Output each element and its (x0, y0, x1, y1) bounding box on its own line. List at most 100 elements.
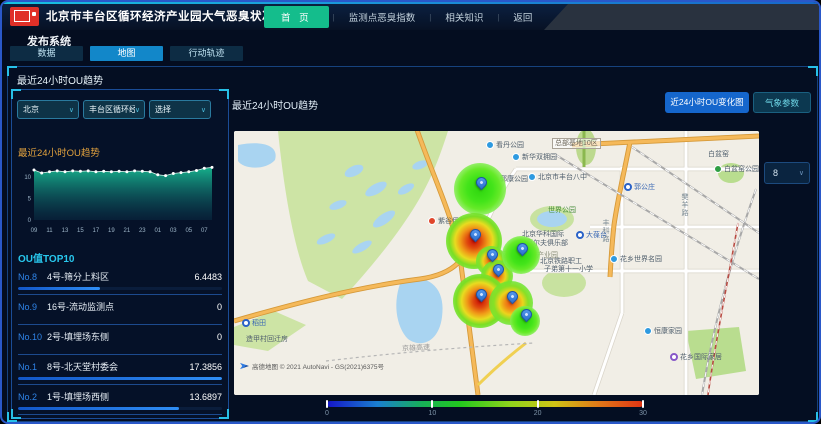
ou-rank-label: No.10 (18, 332, 47, 342)
legend-notch (642, 400, 644, 408)
ou-top-row[interactable]: No.102号-填埋场东侧0 (18, 325, 222, 355)
legend-notch (537, 400, 539, 408)
legend-tick-label: 20 (534, 410, 542, 417)
map-label: 丰科路 (602, 219, 609, 243)
nav-item-3[interactable]: 返回 (503, 7, 542, 27)
legend-notch (431, 400, 433, 408)
filter-select-value: 丰台区循环经济产 (84, 104, 135, 115)
map-label-text: 恒康家园 (654, 328, 682, 335)
ou-site-name: 8号-北天堂村委会 (47, 360, 189, 373)
tab-2[interactable]: 行动轨迹 (170, 46, 243, 61)
metro-station-icon (242, 319, 250, 327)
map-label: 花乡世界名园 (610, 255, 662, 263)
map-label-text: 看丹公园 (496, 142, 524, 149)
map-canvas[interactable]: 高德地图 © 2021 AutoNavi - GS(2021)6375号 看丹公… (234, 131, 759, 395)
ou-rank-label: No.9 (18, 302, 47, 312)
svg-text:5: 5 (28, 197, 32, 203)
blue-poi-icon (644, 327, 652, 335)
svg-text:01: 01 (154, 228, 161, 234)
ou-value: 0 (217, 332, 222, 342)
chevron-down-icon: ∨ (135, 106, 144, 114)
nav-item-2[interactable]: 相关知识 (435, 7, 493, 27)
svg-text:15: 15 (77, 228, 84, 234)
map-label-text: 京雄高速 (402, 344, 430, 352)
legend-tick-label: 10 (428, 410, 436, 417)
svg-text:11: 11 (46, 228, 53, 234)
map-label: 樊羊路 (681, 193, 688, 217)
legend-notch (326, 400, 328, 408)
ou-bar-fill (18, 377, 222, 380)
ou-rank-label: No.2 (18, 392, 47, 402)
ou-rank-label: No.8 (18, 272, 47, 282)
ou-bar-fill (18, 287, 100, 290)
svg-text:05: 05 (185, 228, 192, 234)
map-label: 恒康家园 (644, 327, 682, 335)
map-label-text: 郭公庄 (634, 184, 655, 191)
ou-site-name: 4号-筛分上料区 (47, 270, 194, 283)
filter-select-value: 北京 (18, 104, 69, 115)
header-bar: 北京市丰台区循环经济产业园大气恶臭状况实时 首 页|监测点恶臭指数|相关知识|返… (2, 4, 819, 30)
blue-poi-icon (610, 255, 618, 263)
ou-top-row-text: No.102号-填埋场东侧0 (18, 325, 222, 343)
ou-site-name: 2号-填埋场东侧 (47, 330, 217, 343)
filter-select-0[interactable]: 北京∨ (17, 100, 79, 119)
map-label-text: 白盆窑公园 (724, 166, 759, 173)
corner-accent (219, 409, 229, 419)
map-label-text: 造甲村回迁房 (246, 336, 288, 343)
map-label: 世界公园 (548, 207, 576, 214)
ou-top-row-text: No.18号-北天堂村委会17.3856 (18, 355, 222, 373)
weather-params-button[interactable]: 气象参数 (753, 92, 811, 113)
corner-accent (219, 89, 229, 99)
purple-poi-icon (670, 353, 678, 361)
ou-top-row-text: No.916号-流动监测点0 (18, 295, 222, 313)
map-label: 看丹公园 (486, 141, 524, 149)
map-label: 京雄高速 (402, 344, 430, 352)
map-level-select[interactable]: 8 ∨ (764, 162, 810, 184)
ou-top-row[interactable]: No.21号-填埋场西侧13.6897 (18, 385, 222, 415)
tab-1[interactable]: 地图 (90, 46, 163, 61)
map-label-text: 花乡世界名园 (620, 256, 662, 263)
ou-top-list: No.84号-筛分上料区6.4483No.916号-流动监测点0No.102号-… (18, 265, 222, 415)
svg-text:0: 0 (28, 218, 32, 224)
map-section-title: 最近24小时OU趋势 (232, 97, 318, 112)
svg-text:17: 17 (93, 228, 100, 234)
ou-top-row[interactable]: No.916号-流动监测点0 (18, 295, 222, 325)
corner-accent (11, 409, 21, 419)
nav-item-1[interactable]: 监测点恶臭指数 (339, 7, 426, 27)
map-label: 新华双拥园 (512, 153, 557, 161)
amap-logo-icon (240, 362, 249, 371)
svg-text:03: 03 (170, 228, 177, 234)
ou-top-row[interactable]: No.84号-筛分上料区6.4483 (18, 265, 222, 295)
map-label-text: 花乡国际家居 (680, 354, 722, 361)
filter-select-value: 选择 (150, 104, 201, 115)
ou-site-name: 16号-流动监测点 (47, 300, 217, 313)
ou-bar-track (18, 377, 222, 380)
blue-poi-icon (486, 141, 494, 149)
tab-0[interactable]: 数据 (10, 46, 83, 61)
ou-change-chart-button[interactable]: 近24小时OU变化图 (665, 92, 749, 113)
ou-value: 0 (217, 302, 222, 312)
ou-top-row[interactable]: No.18号-北天堂村委会17.3856 (18, 355, 222, 385)
map-label: 郭公庄 (624, 183, 655, 191)
ou-top-row-text: No.84号-筛分上料区6.4483 (18, 265, 222, 283)
filter-select-2[interactable]: 选择∨ (149, 100, 211, 119)
map-label: 白盆窑公园 (714, 165, 759, 173)
ou-top-title: OU值TOP10 (18, 250, 75, 265)
blue-poi-icon (528, 173, 536, 181)
map-label-text: 丰科路 (602, 219, 609, 243)
map-label: 白盆窑 (708, 151, 729, 158)
metro-station-icon (624, 183, 632, 191)
svg-text:23: 23 (139, 228, 146, 234)
view-tabs: 数据地图行动轨迹 (10, 46, 243, 61)
green-poi-icon (714, 165, 722, 173)
heatmap-legend-labels: 0102030 (327, 410, 643, 420)
map-label-text: 稻田 (252, 320, 266, 327)
ou-value: 13.6897 (189, 392, 222, 402)
nav-item-0[interactable]: 首 页 (264, 6, 329, 28)
svg-text:19: 19 (108, 228, 115, 234)
heatmap-legend-bar (327, 401, 643, 407)
corner-accent (808, 412, 818, 422)
nav-separator: | (333, 13, 335, 22)
filter-select-1[interactable]: 丰台区循环经济产∨ (83, 100, 145, 119)
ou-trend-chart: 0911131517192123010305070510 (18, 158, 222, 242)
